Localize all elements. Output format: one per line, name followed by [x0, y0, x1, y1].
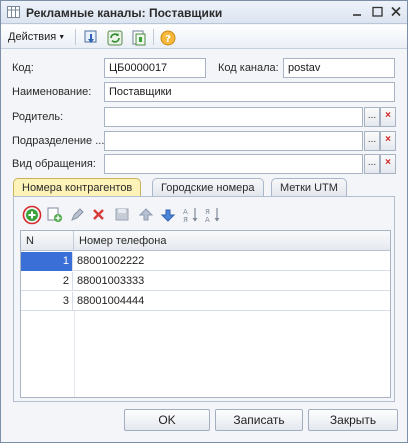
- name-field[interactable]: Поставщики: [104, 82, 395, 102]
- department-clear-button[interactable]: ×: [380, 131, 396, 151]
- phone-cell[interactable]: 88001004444: [77, 292, 144, 311]
- phone-numbers-table[interactable]: N Номер телефона 1 88001002222 2 8800100…: [20, 230, 391, 398]
- parent-clear-button[interactable]: ×: [380, 107, 396, 127]
- table-header: N Номер телефона: [21, 231, 390, 251]
- column-header-n[interactable]: N: [21, 231, 74, 251]
- column-divider: [74, 311, 75, 397]
- end-edit-icon[interactable]: [113, 205, 131, 225]
- department-field[interactable]: [104, 131, 363, 151]
- code-field[interactable]: ЦБ0000017: [104, 58, 206, 78]
- delete-icon[interactable]: [90, 205, 108, 225]
- channel-code-label: Код канала:: [218, 62, 279, 74]
- svg-text:A: A: [183, 208, 188, 216]
- row-number-cell[interactable]: 3: [21, 292, 73, 311]
- row-number-cell[interactable]: 1: [21, 252, 73, 271]
- tab-city-numbers[interactable]: Городские номера: [152, 178, 264, 197]
- code-label: Код:: [12, 62, 34, 74]
- parent-label: Родитель:: [12, 111, 64, 123]
- parent-field[interactable]: [104, 107, 363, 127]
- tab-utm-tags[interactable]: Метки UTM: [271, 178, 347, 197]
- close-button[interactable]: Закрыть: [308, 409, 398, 431]
- ok-button[interactable]: OK: [124, 409, 210, 431]
- phone-cell[interactable]: 88001002222: [77, 252, 144, 271]
- copy-icon[interactable]: [129, 28, 147, 46]
- add-row-icon[interactable]: [22, 205, 42, 225]
- grid-toolbar: A Я Я A: [20, 205, 240, 225]
- toolbar-separator: [153, 29, 154, 45]
- table-row[interactable]: 3 88001004444: [21, 292, 390, 311]
- sort-descending-icon[interactable]: Я A: [204, 205, 222, 225]
- request-type-clear-button[interactable]: ×: [380, 154, 396, 174]
- column-header-phone[interactable]: Номер телефона: [74, 231, 166, 251]
- save-button[interactable]: Записать: [215, 409, 303, 431]
- channel-code-field[interactable]: postav: [283, 58, 395, 78]
- department-select-button[interactable]: ...: [364, 131, 380, 151]
- department-label: Подразделение ...: [12, 135, 105, 147]
- svg-text:Я: Я: [183, 216, 188, 224]
- phone-cell[interactable]: 88001003333: [77, 272, 144, 291]
- copy-row-icon[interactable]: [46, 205, 64, 225]
- tab-bar: Номера контрагентов Городские номера Мет…: [13, 178, 393, 197]
- tab-counterparty-numbers[interactable]: Номера контрагентов: [13, 178, 142, 197]
- parent-select-button[interactable]: ...: [364, 107, 380, 127]
- svg-text:Я: Я: [205, 208, 210, 216]
- svg-text:A: A: [205, 216, 210, 224]
- title-bar: Рекламные каналы: Поставщики: [1, 1, 407, 24]
- name-label: Наименование:: [12, 86, 92, 98]
- help-icon[interactable]: ?: [158, 28, 176, 46]
- actions-menu-button[interactable]: Действия ▼: [4, 28, 69, 46]
- toolbar-separator: [75, 29, 76, 45]
- toolbar: Действия ▼ ?: [1, 25, 407, 49]
- table-row[interactable]: 1 88001002222: [21, 252, 390, 271]
- request-type-select-button[interactable]: ...: [364, 154, 380, 174]
- row-number-cell[interactable]: 2: [21, 272, 73, 291]
- move-down-icon[interactable]: [159, 205, 177, 225]
- maximize-icon[interactable]: [370, 5, 385, 19]
- minimize-icon[interactable]: [350, 5, 365, 19]
- dialog-window: Рекламные каналы: Поставщики Действия▼: [0, 0, 408, 443]
- table-row[interactable]: 2 88001003333: [21, 272, 390, 291]
- refresh-icon[interactable]: [105, 28, 123, 46]
- window-title: Рекламные каналы: Поставщики: [26, 6, 223, 20]
- save-to-list-icon[interactable]: [81, 28, 99, 46]
- actions-label: Действия: [8, 31, 57, 43]
- edit-icon[interactable]: [68, 205, 86, 225]
- svg-text:?: ?: [165, 34, 171, 45]
- move-up-icon[interactable]: [137, 205, 155, 225]
- request-type-field[interactable]: [104, 154, 363, 174]
- sort-ascending-icon[interactable]: A Я: [182, 205, 200, 225]
- close-icon[interactable]: [389, 5, 404, 19]
- request-type-label: Вид обращения:: [12, 158, 96, 170]
- chevron-down-icon: ▼: [58, 34, 66, 41]
- table-icon: [7, 6, 20, 18]
